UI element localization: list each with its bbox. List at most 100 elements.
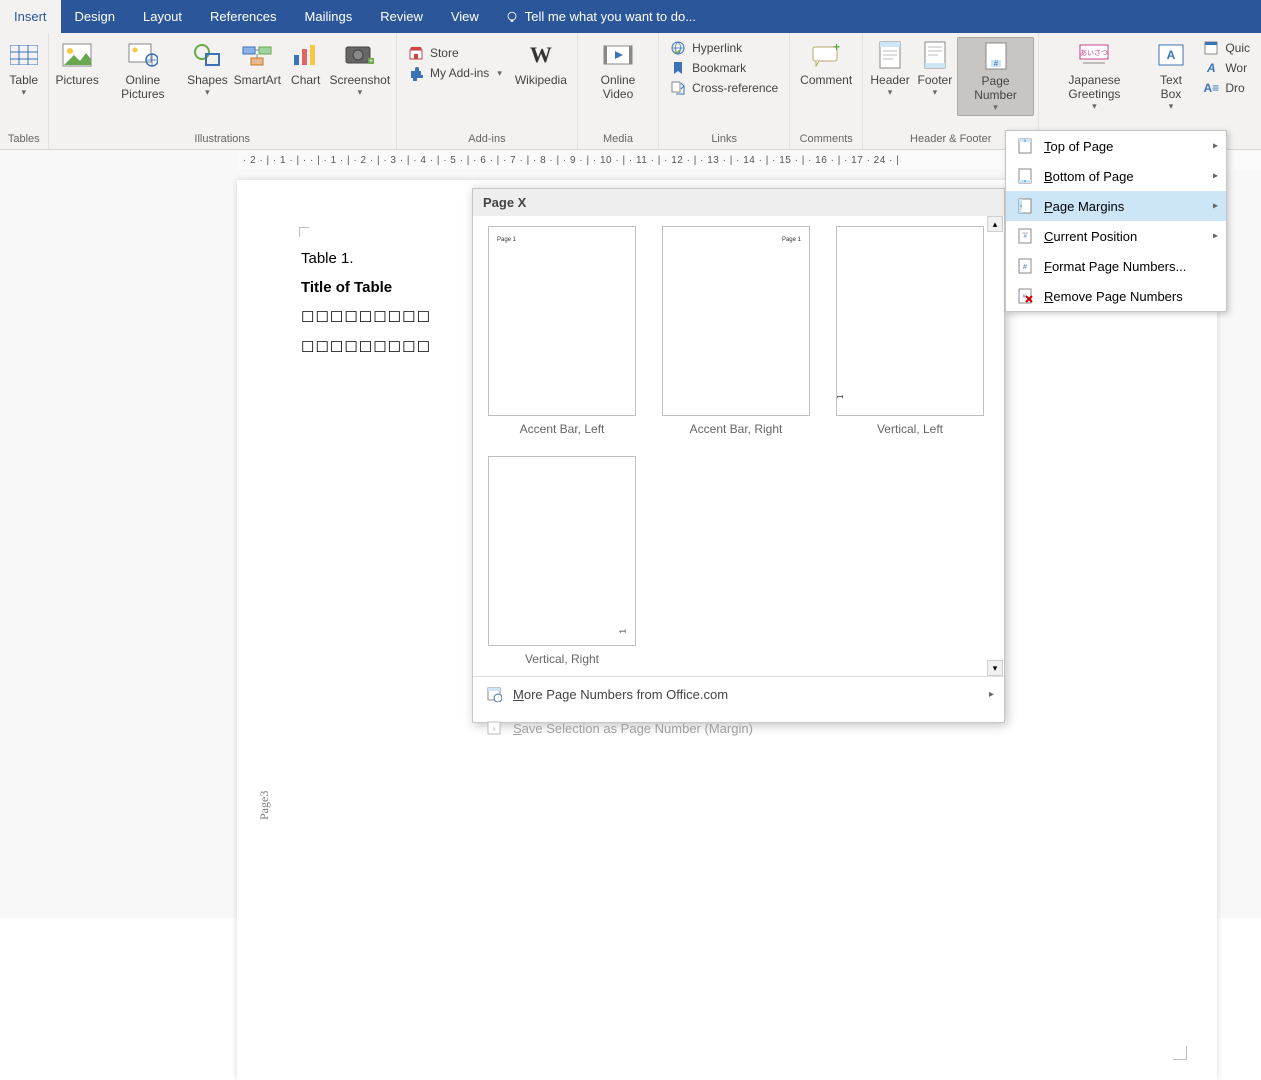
tab-references[interactable]: References [196, 0, 290, 33]
footer-button[interactable]: Footer ▾ [913, 37, 957, 100]
tell-me-search[interactable]: Tell me what you want to do... [493, 0, 708, 33]
tab-design[interactable]: Design [61, 0, 129, 33]
menu-bottom-of-page[interactable]: # Bottom of Page ▸ [1006, 161, 1226, 191]
gallery-item-label: Vertical, Left [877, 422, 943, 436]
menu-label: More Page Numbers from Office.com [513, 687, 728, 702]
chart-label: Chart [291, 73, 320, 87]
chart-icon [290, 39, 322, 71]
menu-format-page-numbers[interactable]: # Format Page Numbers... [1006, 251, 1226, 281]
bookmark-label: Bookmark [692, 61, 746, 75]
comment-label: Comment [800, 73, 852, 87]
chevron-right-icon: ▸ [989, 689, 994, 700]
thumbnail: 1 [836, 226, 984, 416]
table-button[interactable]: Table ▾ [2, 37, 46, 100]
japanese-greetings-button[interactable]: あいさつ Japanese Greetings ▾ [1043, 37, 1145, 114]
drop-cap-button[interactable]: A≡ Dro [1200, 79, 1253, 97]
bookmark-button[interactable]: Bookmark [667, 59, 781, 77]
thumbnail: Page 1 [662, 226, 810, 416]
store-button[interactable]: Store [405, 44, 505, 62]
chevron-right-icon: ▸ [1213, 201, 1218, 212]
shapes-button[interactable]: Shapes ▾ [184, 37, 231, 100]
online-video-button[interactable]: Online Video [582, 37, 654, 103]
menu-remove-page-numbers[interactable]: # Remove Page Numbers [1006, 281, 1226, 311]
gallery-item-accent-bar-right[interactable]: Page 1 Accent Bar, Right [661, 226, 811, 436]
gallery-item-vertical-right[interactable]: 1 Vertical, Right [487, 456, 637, 666]
tab-mailings[interactable]: Mailings [291, 0, 367, 33]
table-icon [8, 39, 40, 71]
menu-label: Current Position [1044, 229, 1137, 244]
table-label: Table [9, 73, 38, 87]
menu-current-position[interactable]: # Current Position ▸ [1006, 221, 1226, 251]
gallery-item-accent-bar-left[interactable]: Page 1 Accent Bar, Left [487, 226, 637, 436]
group-label-media: Media [603, 133, 633, 147]
menu-label: Remove Page Numbers [1044, 289, 1183, 304]
caret-down-icon: ▾ [993, 102, 998, 113]
chart-button[interactable]: Chart [284, 37, 328, 89]
tab-review[interactable]: Review [366, 0, 437, 33]
online-pictures-icon [127, 39, 159, 71]
caret-down-icon: ▾ [1092, 101, 1097, 112]
smartart-button[interactable]: SmartArt [231, 37, 284, 89]
wordart-button[interactable]: A Wor [1200, 59, 1253, 77]
thumb-label: 1 [618, 629, 627, 633]
text-box-button[interactable]: A Text Box ▾ [1146, 37, 1197, 114]
menu-label: Top of Page [1044, 139, 1113, 154]
tab-insert[interactable]: Insert [0, 0, 61, 33]
thumb-label: Page 1 [497, 237, 516, 243]
current-position-icon: # [1016, 227, 1034, 245]
wikipedia-icon: W [525, 39, 557, 71]
header-button[interactable]: Header ▾ [867, 37, 913, 100]
online-pictures-button[interactable]: Online Pictures [102, 37, 184, 103]
store-label: Store [430, 46, 459, 60]
more-page-numbers-office[interactable]: More Page Numbers from Office.com ▸ [473, 677, 1004, 711]
thumbnail: Page 1 [488, 226, 636, 416]
remove-numbers-icon: # [1016, 287, 1034, 305]
svg-text:A: A [1167, 48, 1176, 62]
group-label-addins: Add-ins [468, 133, 505, 147]
menu-label: Format Page Numbers... [1044, 259, 1186, 274]
text-box-icon: A [1155, 39, 1187, 71]
wikipedia-label: Wikipedia [515, 73, 567, 87]
tab-view[interactable]: View [437, 0, 493, 33]
cross-reference-button[interactable]: Cross-reference [667, 79, 781, 97]
group-label-illustrations: Illustrations [194, 133, 250, 147]
page-number-button[interactable]: # Page Number ▾ [957, 37, 1034, 116]
svg-text:+: + [369, 58, 373, 65]
gallery-item-vertical-left[interactable]: 1 Vertical, Left [835, 226, 985, 436]
online-video-label: Online Video [588, 73, 648, 101]
tab-layout[interactable]: Layout [129, 0, 196, 33]
thumb-label: 1 [836, 395, 845, 399]
header-icon [874, 39, 906, 71]
quick-parts-button[interactable]: Quic [1200, 39, 1253, 57]
text-box-label: Text Box [1152, 73, 1191, 101]
caret-down-icon: ▾ [888, 87, 893, 98]
group-label-headerfooter: Header & Footer [910, 133, 991, 147]
pictures-label: Pictures [55, 73, 98, 87]
shapes-label: Shapes [187, 73, 228, 87]
wikipedia-button[interactable]: W Wikipedia [509, 37, 573, 89]
scroll-down-button[interactable]: ▾ [987, 660, 1003, 676]
screenshot-button[interactable]: + Screenshot ▾ [328, 37, 392, 100]
wordart-icon: A [1203, 60, 1219, 76]
comment-icon: + [810, 39, 842, 71]
smartart-icon [241, 39, 273, 71]
scroll-up-button[interactable]: ▴ [987, 216, 1003, 232]
office-online-icon [485, 685, 503, 703]
page-number-label: Page Number [964, 74, 1027, 102]
pictures-button[interactable]: Pictures [53, 37, 102, 89]
page-margins-gallery: Page X ▴ ▾ Page 1 Accent Bar, Left Page … [472, 188, 1005, 723]
dropcap-icon: A≡ [1203, 80, 1219, 96]
menu-top-of-page[interactable]: # Top of Page ▸ [1006, 131, 1226, 161]
menu-page-margins[interactable]: # Page Margins ▸ [1006, 191, 1226, 221]
jp-greetings-label: Japanese Greetings [1049, 73, 1139, 101]
menu-label: Save Selection as Page Number (Margin) [513, 721, 753, 736]
margin-corner-mark [299, 227, 309, 237]
comment-button[interactable]: + Comment [794, 37, 858, 89]
svg-text:+: + [833, 43, 840, 54]
gallery-scrollbar: ▴ ▾ [986, 216, 1004, 676]
hyperlink-button[interactable]: Hyperlink [667, 39, 781, 57]
quick-parts-icon [1203, 40, 1219, 56]
hyperlink-icon [670, 40, 686, 56]
my-addins-button[interactable]: My Add-ins ▾ [405, 64, 505, 82]
page-bottom-icon: # [1016, 167, 1034, 185]
